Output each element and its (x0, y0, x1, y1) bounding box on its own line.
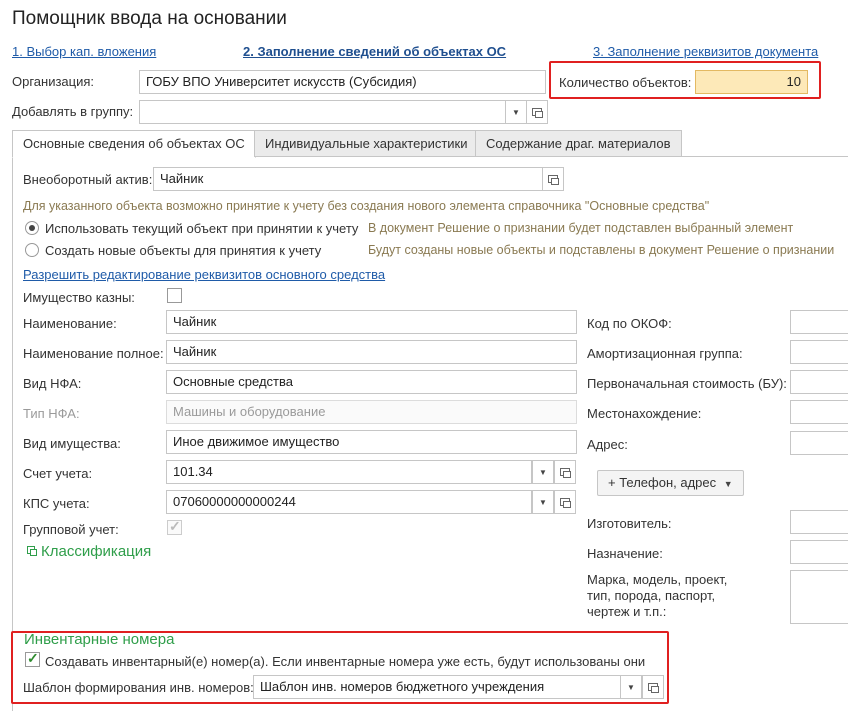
template-field[interactable]: Шаблон инв. номеров бюджетного учреждени… (253, 675, 621, 699)
location-label: Местонахождение: (587, 406, 702, 421)
template-open-button[interactable] (642, 675, 664, 699)
account-dropdown-button[interactable]: ▼ (532, 460, 554, 484)
checkmark-icon: ✓ (169, 518, 181, 534)
okof-label: Код по ОКОФ: (587, 316, 672, 331)
kps-dropdown-button[interactable]: ▼ (532, 490, 554, 514)
amort-group-label: Амортизационная группа: (587, 346, 743, 361)
step-2-link[interactable]: 2. Заполнение сведений об объектах ОС (243, 44, 506, 59)
property-kind-field[interactable]: Иное движимое имущество (166, 430, 577, 454)
classification-label: Классификация (41, 543, 152, 560)
asset-label: Внеоборотный актив: (23, 172, 153, 187)
radio-create-new[interactable] (25, 243, 39, 257)
open-icon (532, 108, 543, 118)
asset-open-button[interactable] (542, 167, 564, 191)
kps-open-button[interactable] (554, 490, 576, 514)
create-inventory-checkbox[interactable]: ✓ (25, 650, 40, 667)
info-text: Для указанного объекта возможно принятие… (23, 199, 710, 213)
nfa-type-field: Машины и оборудование (166, 400, 577, 424)
initial-cost-field[interactable] (790, 370, 848, 394)
brand-model-label: Марка, модель, проект, тип, порода, пасп… (587, 572, 728, 619)
open-icon (560, 468, 571, 478)
org-field[interactable]: ГОБУ ВПО Университет искусств (Субсидия) (139, 70, 546, 94)
group-accounting-checkbox: ✓ (167, 518, 182, 535)
property-kind-label: Вид имущества: (23, 436, 121, 451)
checkmark-icon: ✓ (27, 650, 39, 666)
treasury-label: Имущество казны: (23, 290, 135, 305)
quantity-label: Количество объектов: (559, 75, 692, 90)
template-dropdown-button[interactable]: ▼ (620, 675, 642, 699)
manufacturer-field[interactable] (790, 510, 848, 534)
step-3-link[interactable]: 3. Заполнение реквизитов документа (593, 44, 818, 59)
group-dropdown-button[interactable]: ▼ (505, 100, 527, 124)
purpose-label: Назначение: (587, 546, 663, 561)
create-inventory-label[interactable]: Создавать инвентарный(е) номер(а). Если … (45, 654, 645, 669)
kps-field[interactable]: 07060000000000244 (166, 490, 532, 514)
name-field[interactable]: Чайник (166, 310, 577, 334)
phone-address-label: + Телефон, адрес (608, 475, 717, 490)
okof-field[interactable] (790, 310, 848, 334)
manufacturer-label: Изготовитель: (587, 516, 672, 531)
open-icon (648, 683, 659, 693)
classification-toggle[interactable]: Классификация (27, 543, 151, 560)
radio-create-new-hint: Будут созданы новые объекты и подставлен… (368, 243, 835, 257)
quantity-field[interactable]: 10 (695, 70, 808, 94)
group-expand-icon (27, 546, 37, 556)
tab-main-info[interactable]: Основные сведения об объектах ОС (12, 130, 256, 158)
location-field[interactable] (790, 400, 848, 424)
radio-use-current-hint: В документ Решение о признании будет под… (368, 221, 794, 235)
template-label: Шаблон формирования инв. номеров: (23, 680, 254, 695)
org-label: Организация: (12, 74, 95, 89)
purpose-field[interactable] (790, 540, 848, 564)
open-icon (560, 498, 571, 508)
account-open-button[interactable] (554, 460, 576, 484)
radio-use-current-label[interactable]: Использовать текущий объект при принятии… (45, 221, 358, 236)
open-icon (548, 175, 559, 185)
kps-label: КПС учета: (23, 496, 90, 511)
nfa-kind-label: Вид НФА: (23, 376, 82, 391)
radio-create-new-label[interactable]: Создать новые объекты для принятия к уче… (45, 243, 321, 258)
allow-edit-link[interactable]: Разрешить редактирование реквизитов осно… (23, 267, 385, 282)
chevron-down-icon: ▼ (627, 682, 635, 692)
brand-model-field[interactable] (790, 570, 848, 624)
amort-group-field[interactable] (790, 340, 848, 364)
account-label: Счет учета: (23, 466, 93, 481)
full-name-label: Наименование полное: (23, 346, 164, 361)
group-accounting-label: Групповой учет: (23, 522, 119, 537)
asset-field[interactable]: Чайник (153, 167, 543, 191)
step-1-link[interactable]: 1. Выбор кап. вложения (12, 44, 156, 59)
tab-precious-materials[interactable]: Содержание драг. материалов (475, 130, 682, 157)
chevron-down-icon: ▼ (723, 479, 733, 489)
window-title: Помощник ввода на основании (12, 8, 287, 29)
group-label: Добавлять в группу: (12, 104, 134, 119)
nfa-type-label: Тип НФА: (23, 406, 80, 421)
group-open-button[interactable] (526, 100, 548, 124)
chevron-down-icon: ▼ (512, 107, 520, 117)
chevron-down-icon: ▼ (539, 497, 547, 507)
initial-cost-label: Первоначальная стоимость (БУ): (587, 376, 787, 391)
panel-border (12, 156, 13, 711)
address-field[interactable] (790, 431, 848, 455)
group-field[interactable] (139, 100, 506, 124)
radio-use-current[interactable] (25, 221, 39, 235)
inventory-header: Инвентарные номера (24, 631, 175, 648)
phone-address-button[interactable]: + Телефон, адрес ▼ (597, 470, 744, 496)
nfa-kind-field[interactable]: Основные средства (166, 370, 577, 394)
tab-individual-characteristics[interactable]: Индивидуальные характеристики (254, 130, 479, 157)
treasury-checkbox[interactable] (167, 288, 182, 303)
address-label: Адрес: (587, 437, 628, 452)
name-label: Наименование: (23, 316, 117, 331)
chevron-down-icon: ▼ (539, 467, 547, 477)
full-name-field[interactable]: Чайник (166, 340, 577, 364)
account-field[interactable]: 101.34 (166, 460, 532, 484)
